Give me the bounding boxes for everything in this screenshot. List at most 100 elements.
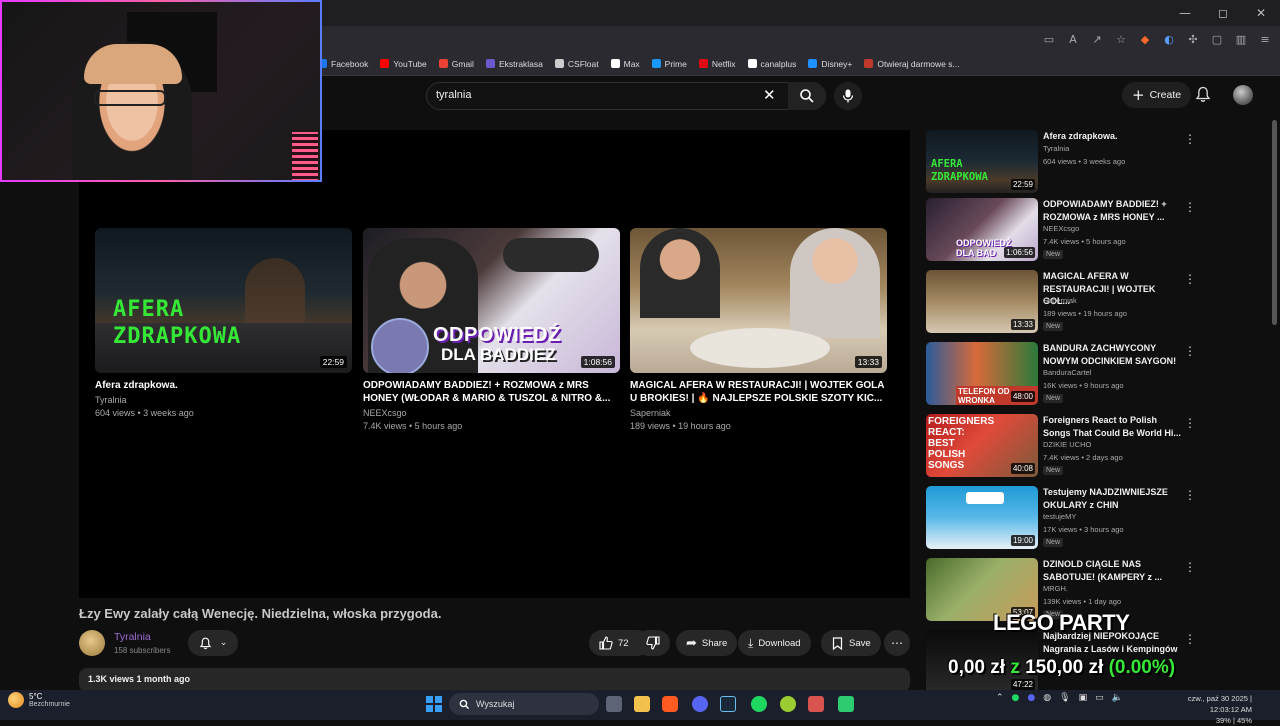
tray-volume-icon[interactable]: 🔈 xyxy=(1112,693,1123,703)
search-button[interactable] xyxy=(788,82,826,110)
translate-icon[interactable]: A xyxy=(1066,32,1080,46)
sidebar-video-title[interactable]: BANDURA ZACHWYCONY NOWYM ODCINKIEM SAYGO… xyxy=(1043,342,1181,367)
more-actions-button[interactable]: ⋯ xyxy=(884,630,910,656)
subscription-bell-button[interactable]: ⌄ xyxy=(188,630,238,656)
sidebar-toggle-icon[interactable]: ▥ xyxy=(1234,32,1248,46)
end-card-1[interactable]: AFERA ZDRAPKOWA 22:59 Afera zdrapkowa. Ty… xyxy=(95,228,352,418)
description-box[interactable]: 1.3K views 1 month ago xyxy=(79,668,910,692)
end-card-meta: 7.4K views • 5 hours ago xyxy=(363,421,463,431)
channel-avatar[interactable] xyxy=(79,630,105,656)
sidebar-video-title[interactable]: Testujemy NAJDZIWNIEJSZE OKULARY z CHIN xyxy=(1043,486,1181,511)
task-view-icon[interactable] xyxy=(606,696,622,712)
tray-mic-icon[interactable]: 🎙 xyxy=(1059,693,1070,703)
more-vertical-icon[interactable]: ⋮ xyxy=(1184,272,1196,286)
menu-icon[interactable]: ≡ xyxy=(1258,32,1272,46)
share-button[interactable]: ➦ Share xyxy=(676,630,738,656)
sidebar-thumbnail[interactable]: 19:00 xyxy=(926,486,1038,549)
bookmark-item[interactable]: canalplus xyxy=(747,59,796,69)
close-window-button[interactable]: ✕ xyxy=(1242,0,1280,26)
more-vertical-icon[interactable]: ⋮ xyxy=(1184,132,1196,146)
sidebar-video-title[interactable]: ODPOWIADAMY BADDIEZ! + ROZMOWA z MRS HON… xyxy=(1043,198,1181,223)
xbox-icon[interactable] xyxy=(838,696,854,712)
tray-app-icon[interactable]: ▣ xyxy=(1079,693,1088,703)
sidebar-video-item[interactable]: TELEFON OD WRONKA 48:00 BANDURA ZACHWYCONY… xyxy=(926,342,1196,406)
bookmark-star-icon[interactable]: ☆ xyxy=(1114,32,1128,46)
sidebar-thumbnail[interactable]: AFERA ZDRAPKOWA 22:59 xyxy=(926,130,1038,193)
windows-start-icon[interactable] xyxy=(426,696,442,712)
download-button[interactable]: ⤓ Download xyxy=(738,630,811,656)
end-card-3[interactable]: 13:33 MAGICAL AFERA W RESTAURACJI! | WOJ… xyxy=(630,228,887,431)
more-vertical-icon[interactable]: ⋮ xyxy=(1184,560,1196,574)
discord-icon[interactable] xyxy=(692,696,708,712)
sidebar-video-item[interactable]: FOREIGNERS REACT: BEST POLISH SONGS 40:08 Fore… xyxy=(926,414,1196,478)
page-scrollbar[interactable] xyxy=(1272,120,1277,325)
bookmark-item[interactable]: CSFloat xyxy=(554,59,599,69)
extension-icon[interactable]: ◐ xyxy=(1162,32,1176,46)
sidebar-video-title[interactable]: DZINOLD CIĄGLE NAS SABOTUJE! (KAMPERY z … xyxy=(1043,558,1181,583)
notifications-bell-icon[interactable] xyxy=(1195,86,1211,108)
tray-chevron-icon[interactable]: ⌃ xyxy=(996,693,1004,703)
photos-icon[interactable] xyxy=(808,696,824,712)
dislike-button[interactable] xyxy=(636,630,670,656)
minimize-button[interactable]: — xyxy=(1166,0,1204,26)
more-vertical-icon[interactable]: ⋮ xyxy=(1184,488,1196,502)
bookmark-item[interactable]: Prime xyxy=(651,59,687,69)
file-explorer-icon[interactable] xyxy=(634,696,650,712)
puzzle-icon[interactable]: ✣ xyxy=(1186,32,1200,46)
sidebar-thumbnail[interactable]: TELEFON OD WRONKA 48:00 xyxy=(926,342,1038,405)
sidebar-thumbnail[interactable]: 13:33 xyxy=(926,270,1038,333)
save-button[interactable]: Save xyxy=(821,630,881,656)
create-button[interactable]: + Create xyxy=(1122,82,1192,108)
sidebar-thumbnail[interactable]: ODPOWIEDŹ DLA BAD 1:06:56 xyxy=(926,198,1038,261)
sidebar-video-title[interactable]: Foreigners React to Polish Songs That Co… xyxy=(1043,414,1181,439)
weather-widget[interactable]: 5°C Bezchmurnie xyxy=(8,692,70,708)
end-card-thumbnail[interactable]: AFERA ZDRAPKOWA 22:59 xyxy=(95,228,352,373)
bookmark-item[interactable]: Otwieraj darmowe s... xyxy=(864,59,960,69)
end-card-thumbnail[interactable]: ODPOWIEDŹ DLA BADDIEZ 1:08:56 xyxy=(363,228,620,373)
tray-app-icon[interactable]: ● xyxy=(1027,693,1035,703)
brave-browser-icon[interactable] xyxy=(662,696,678,712)
sidebar-video-item[interactable]: AFERA ZDRAPKOWA 22:59 Afera zdrapkowa. Tyral… xyxy=(926,130,1196,194)
sidebar-video-item[interactable]: 19:00 Testujemy NAJDZIWNIEJSZE OKULARY z … xyxy=(926,486,1196,550)
sidebar-thumbnail[interactable]: FOREIGNERS REACT: BEST POLISH SONGS 40:08 xyxy=(926,414,1038,477)
end-card-title[interactable]: Afera zdrapkowa. xyxy=(95,379,352,392)
maximize-button[interactable]: ◻ xyxy=(1204,0,1242,26)
steam-icon[interactable] xyxy=(720,696,736,712)
bookmark-item[interactable]: Disney+ xyxy=(808,59,852,69)
end-card-title[interactable]: ODPOWIADAMY BADDIEZ! + ROZMOWA z MRS HON… xyxy=(363,379,620,405)
account-avatar[interactable] xyxy=(1233,85,1253,105)
download-icon: ⤓ xyxy=(748,635,754,650)
bookmark-item[interactable]: Facebook xyxy=(318,59,368,69)
taskbar-search[interactable]: Wyszukaj xyxy=(449,693,599,715)
more-vertical-icon[interactable]: ⋮ xyxy=(1184,200,1196,214)
more-vertical-icon[interactable]: ⋮ xyxy=(1184,344,1196,358)
tray-app-icon[interactable]: ◍ xyxy=(1043,693,1051,703)
share-icon[interactable]: ↗ xyxy=(1090,32,1104,46)
bookmark-item[interactable]: Ekstraklasa xyxy=(485,59,543,69)
sidebar-video-title[interactable]: Afera zdrapkowa. xyxy=(1043,130,1181,143)
bookmark-item[interactable]: Netflix xyxy=(698,59,736,69)
cast-icon[interactable]: ▭ xyxy=(1042,32,1056,46)
more-vertical-icon[interactable]: ⋮ xyxy=(1184,416,1196,430)
wallet-icon[interactable]: ▢ xyxy=(1210,32,1224,46)
tray-network-icon[interactable]: ▭ xyxy=(1095,693,1104,703)
brave-shield-icon[interactable]: ◆ xyxy=(1138,32,1152,46)
end-card-thumbnail[interactable]: 13:33 xyxy=(630,228,887,373)
voice-search-button[interactable] xyxy=(834,82,862,110)
more-vertical-icon[interactable]: ⋮ xyxy=(1184,632,1196,646)
clear-search-icon[interactable]: ✕ xyxy=(763,86,776,104)
channel-name[interactable]: Tyralnia xyxy=(114,631,151,643)
bookmark-item[interactable]: YouTube xyxy=(380,59,427,69)
app-icon-y[interactable] xyxy=(780,696,796,712)
bookmark-item[interactable]: Max xyxy=(610,59,640,69)
weather-description: Bezchmurnie xyxy=(29,701,70,708)
spotify-icon[interactable] xyxy=(751,696,767,712)
sidebar-video-item[interactable]: ODPOWIEDŹ DLA BAD 1:06:56 ODPOWIADAMY BADDI… xyxy=(926,198,1196,262)
search-query[interactable]: tyralnia xyxy=(436,89,471,101)
sidebar-video-item[interactable]: 13:33 MAGICAL AFERA W RESTAURACJI! | WOJT… xyxy=(926,270,1196,334)
bookmark-item[interactable]: Gmail xyxy=(438,59,474,69)
end-card-title[interactable]: MAGICAL AFERA W RESTAURACJI! | WOJTEK GO… xyxy=(630,379,887,405)
end-card-2[interactable]: ODPOWIEDŹ DLA BADDIEZ 1:08:56 ODPOWIADAM… xyxy=(363,228,620,431)
tray-app-icon[interactable]: ● xyxy=(1012,693,1020,703)
taskbar-clock[interactable]: czw., paź 30 2025 | 12:03:12 AM 39% | 45… xyxy=(1180,693,1252,726)
